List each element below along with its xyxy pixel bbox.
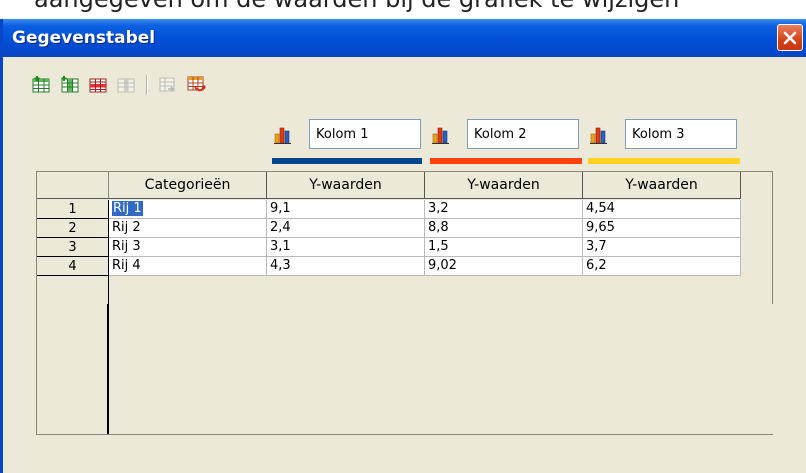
series-color-bar-1 bbox=[272, 158, 422, 164]
data-table: Categorieën Y-waarden Y-waarden Y-waarde… bbox=[36, 171, 773, 435]
insert-series-button[interactable] bbox=[59, 74, 81, 96]
data-table-dialog: Gegevenstabel Kolom 1 Kolom 2 Kolom 3 Ca… bbox=[0, 19, 806, 473]
delete-series-button[interactable] bbox=[115, 74, 137, 96]
bar-chart-icon bbox=[432, 127, 449, 144]
row-header-spacer bbox=[37, 276, 109, 304]
toolbar bbox=[31, 73, 213, 97]
table-cell[interactable]: Rij 4 bbox=[109, 257, 267, 276]
row-header-empty bbox=[37, 304, 109, 434]
row-header-3[interactable]: 3 bbox=[37, 238, 109, 257]
table-cell[interactable]: Rij 1 bbox=[109, 200, 267, 219]
swap-row-button[interactable] bbox=[185, 74, 207, 96]
move-series-button[interactable] bbox=[157, 74, 179, 96]
table-cell[interactable]: 6,2 bbox=[583, 257, 741, 276]
table-cell[interactable]: 3,2 bbox=[425, 200, 583, 219]
corner-header bbox=[37, 172, 109, 199]
table-cell[interactable]: Rij 2 bbox=[109, 219, 267, 238]
series-color-bar-2 bbox=[430, 158, 582, 164]
table-cell[interactable]: 3,7 bbox=[583, 238, 741, 257]
series-name-input-2[interactable] bbox=[467, 119, 579, 149]
table-cell[interactable]: 2,4 bbox=[267, 219, 425, 238]
column-header-series-1[interactable]: Y-waarden bbox=[267, 172, 425, 199]
series-name-input-3[interactable] bbox=[625, 119, 737, 149]
column-header-series-2[interactable]: Y-waarden bbox=[425, 172, 583, 199]
delete-row-button[interactable] bbox=[87, 74, 109, 96]
close-button[interactable] bbox=[777, 24, 803, 51]
background-caption: aangegeven om de waarden bij de grafiek … bbox=[34, 0, 679, 13]
table-cell[interactable]: 1,5 bbox=[425, 238, 583, 257]
close-x-icon bbox=[783, 31, 797, 44]
delete-row-icon bbox=[89, 78, 107, 93]
column-header-series-3[interactable]: Y-waarden bbox=[583, 172, 741, 199]
bar-chart-icon bbox=[274, 127, 291, 144]
bar-chart-icon bbox=[590, 127, 607, 144]
window-title: Gegevenstabel bbox=[12, 28, 156, 48]
row-header-2[interactable]: 2 bbox=[37, 219, 109, 238]
series-name-input-1[interactable] bbox=[309, 119, 421, 149]
table-cell[interactable]: 4,3 bbox=[267, 257, 425, 276]
row-header-4[interactable]: 4 bbox=[37, 257, 109, 276]
table-cell[interactable]: Rij 3 bbox=[109, 238, 267, 257]
table-empty-area bbox=[109, 304, 773, 434]
swap-row-icon bbox=[187, 76, 206, 92]
delete-series-icon bbox=[117, 78, 135, 93]
selected-cell-text: Rij 1 bbox=[112, 201, 143, 216]
column-header-categories[interactable]: Categorieën bbox=[109, 172, 267, 199]
toolbar-separator bbox=[146, 75, 148, 95]
table-cell[interactable]: 8,8 bbox=[425, 219, 583, 238]
title-bar[interactable]: Gegevenstabel bbox=[3, 19, 806, 57]
table-cell[interactable]: 9,1 bbox=[267, 200, 425, 219]
table-cell[interactable]: 4,54 bbox=[583, 200, 741, 219]
row-header-1[interactable]: 1 bbox=[37, 200, 109, 219]
table-cell[interactable]: 3,1 bbox=[267, 238, 425, 257]
move-series-icon bbox=[159, 77, 175, 92]
table-cell[interactable]: 9,65 bbox=[583, 219, 741, 238]
insert-row-button[interactable] bbox=[31, 74, 53, 96]
table-cell[interactable]: 9,02 bbox=[425, 257, 583, 276]
insert-row-icon bbox=[32, 76, 50, 93]
insert-series-icon bbox=[61, 76, 79, 93]
series-color-bar-3 bbox=[588, 158, 740, 164]
table-header-row: Categorieën Y-waarden Y-waarden Y-waarde… bbox=[37, 172, 772, 200]
